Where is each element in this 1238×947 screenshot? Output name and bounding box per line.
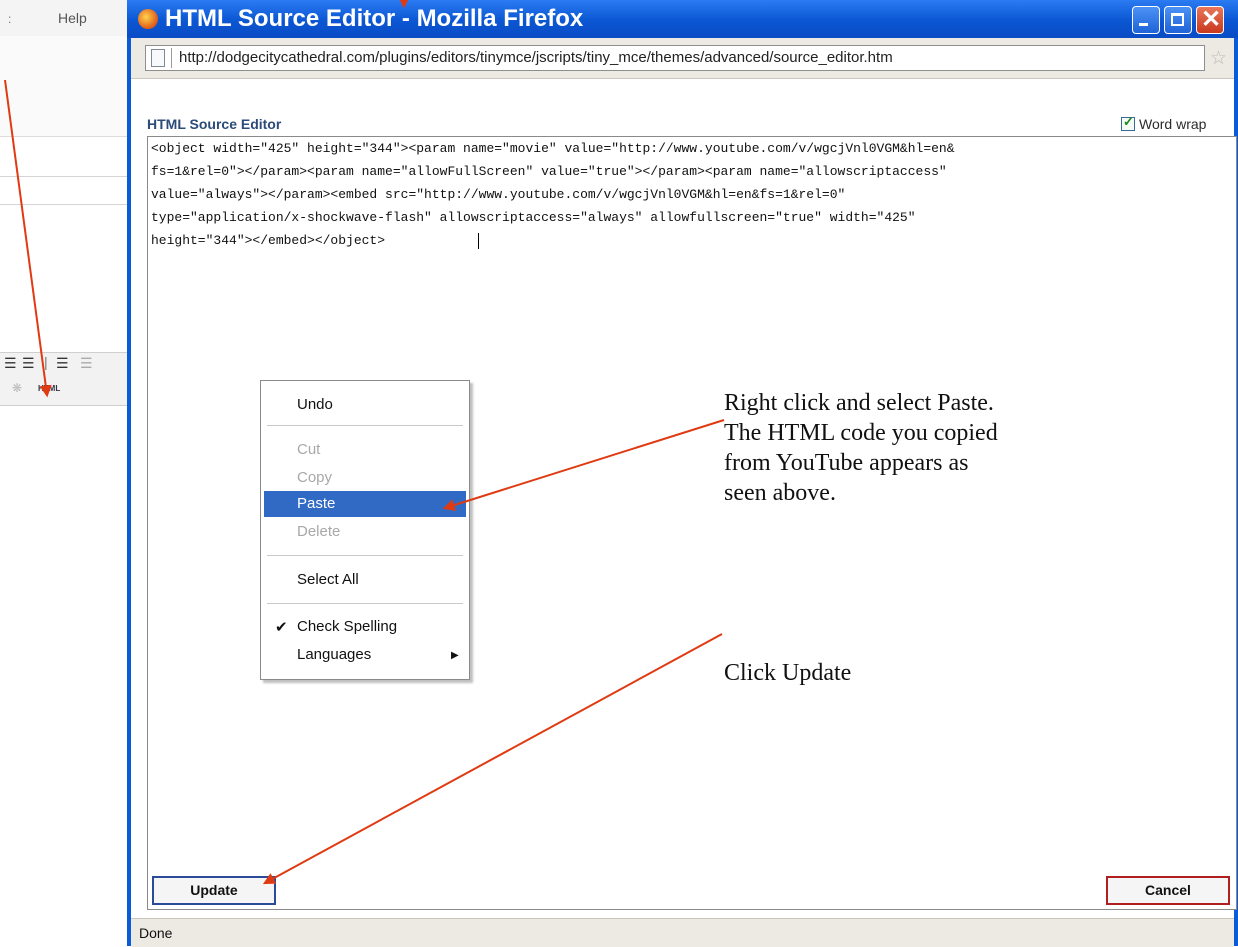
menu-separator: : — [8, 12, 12, 26]
menu-item-check-spelling[interactable]: Check Spelling — [297, 618, 397, 635]
menu-separator — [267, 425, 463, 426]
menu-item-undo[interactable]: Undo — [297, 396, 333, 413]
editor-heading: HTML Source Editor — [147, 116, 282, 132]
code-line: height="344"></embed></object> — [151, 233, 386, 248]
update-note: Click Update — [724, 660, 852, 686]
checkmark-icon: ✓ — [1123, 114, 1134, 129]
code-line: type="application/x-shockwave-flash" all… — [151, 210, 916, 225]
page-icon — [151, 49, 165, 67]
url-text[interactable]: http://dodgecitycathedral.com/plugins/ed… — [179, 49, 893, 66]
update-button[interactable]: Update — [152, 876, 276, 905]
cancel-button[interactable]: Cancel — [1106, 876, 1230, 905]
checkmark-icon: ✔ — [275, 619, 288, 636]
context-menu: Undo Cut Copy Paste Delete Select All ✔ … — [260, 380, 470, 680]
paste-note: Right click and select Paste. The HTML c… — [724, 388, 998, 508]
paste-note-line: seen above. — [724, 480, 836, 506]
toolbar-separator-icon: | — [44, 354, 48, 370]
word-wrap-checkbox[interactable]: ✓ — [1121, 114, 1135, 131]
menu-item-select-all[interactable]: Select All — [297, 571, 359, 588]
code-line: value="always"></param><embed src="http:… — [151, 187, 846, 202]
bullet-list-icon[interactable]: ☰ — [56, 355, 69, 372]
status-text: Done — [139, 925, 173, 941]
status-bar: Done — [131, 918, 1234, 947]
menu-item-paste[interactable]: Paste — [297, 495, 335, 512]
menu-item-languages[interactable]: Languages — [297, 646, 371, 663]
justify-icon[interactable]: ☰ — [22, 355, 35, 372]
window-title: HTML Source Editor - Mozilla Firefox — [165, 5, 584, 32]
menu-separator — [267, 555, 463, 556]
align-right-icon[interactable]: ☰ — [4, 355, 17, 372]
menu-item-cut[interactable]: Cut — [297, 441, 320, 458]
text-caret — [478, 233, 479, 249]
html-button[interactable]: HTML — [38, 384, 60, 393]
maximize-button[interactable] — [1164, 6, 1192, 34]
menu-item-copy[interactable]: Copy — [297, 469, 332, 486]
paste-note-line: Right click and select Paste. — [724, 390, 994, 416]
close-icon: ✕ — [1201, 6, 1222, 33]
firefox-logo-icon — [138, 9, 158, 29]
menu-highlight — [264, 491, 466, 517]
close-button[interactable]: ✕ — [1196, 6, 1224, 34]
code-line: fs=1&rel=0"></param><param name="allowFu… — [151, 164, 947, 179]
menu-item-delete[interactable]: Delete — [297, 523, 340, 540]
url-separator — [171, 48, 172, 68]
title-bar[interactable]: HTML Source Editor - Mozilla Firefox ✕ — [127, 0, 1238, 38]
minimize-button[interactable] — [1132, 6, 1160, 34]
address-bar: http://dodgecitycathedral.com/plugins/ed… — [131, 38, 1234, 79]
code-line: <object width="425" height="344"><param … — [151, 141, 955, 156]
url-field[interactable]: http://dodgecitycathedral.com/plugins/ed… — [145, 45, 1205, 71]
help-menu[interactable]: Help — [58, 10, 87, 26]
minimize-icon — [1139, 23, 1148, 26]
submenu-arrow-icon: ▶ — [451, 650, 459, 661]
cleanup-icon[interactable]: ❋ — [12, 381, 22, 395]
menu-separator — [267, 603, 463, 604]
bookmark-star-icon[interactable]: ☆ — [1210, 47, 1227, 70]
maximize-icon — [1171, 13, 1184, 26]
paste-note-line: from YouTube appears as — [724, 450, 969, 476]
numbered-list-icon[interactable]: ☰ — [80, 355, 93, 372]
word-wrap-label[interactable]: Word wrap — [1139, 116, 1206, 132]
paste-note-line: The HTML code you copied — [724, 420, 998, 446]
